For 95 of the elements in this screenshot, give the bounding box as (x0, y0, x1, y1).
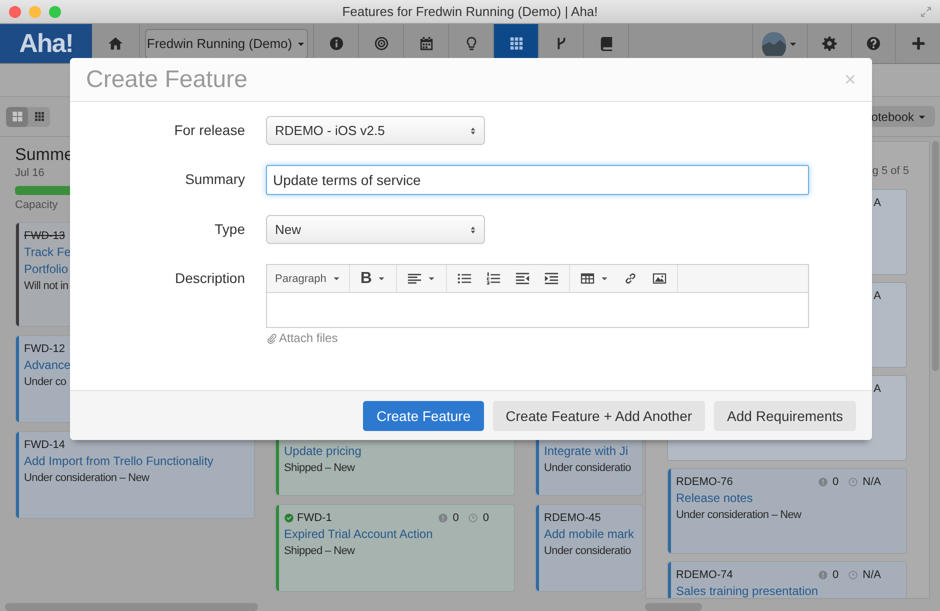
scrollbar[interactable] (645, 602, 702, 610)
link-icon (622, 271, 638, 286)
paperclip-icon (266, 332, 277, 344)
feature-id: RDEMO-76 (676, 476, 733, 488)
grid-icon (34, 111, 44, 122)
release-date: Jul 16 (15, 167, 46, 179)
feature-title[interactable]: Portfolio (24, 261, 68, 278)
image-icon (652, 271, 667, 286)
feature-id: RDEMO-74 (676, 569, 733, 581)
alert-icon (438, 513, 448, 523)
feature-status: Shipped – New (284, 461, 355, 476)
logo[interactable]: Aha! (0, 24, 92, 63)
estimate: A (874, 197, 881, 209)
dialog-title: Create Feature (86, 66, 248, 94)
select-field[interactable]: RDEMO - iOS v2.5 (266, 116, 485, 145)
feature-title[interactable]: Advance (24, 357, 71, 374)
feature-title[interactable]: Update pricing (284, 443, 362, 460)
up-down-icon (468, 126, 478, 136)
field-label: Description (174, 270, 245, 286)
field-label: For release (174, 122, 245, 138)
feature-status: Shipped – New (284, 544, 355, 559)
estimate: A (874, 383, 881, 395)
clock-icon (848, 477, 858, 487)
capacity-label: Capacity (15, 199, 59, 211)
info-icon (328, 36, 344, 51)
feature-id: FWD-12 (24, 343, 65, 355)
view-toggle[interactable] (6, 106, 28, 126)
estimate: N/A (862, 476, 881, 488)
panel-count: g 5 of 5 (872, 165, 909, 179)
tiles-icon (12, 111, 22, 122)
feature-title[interactable]: Add mobile mark (544, 526, 634, 543)
feature-card[interactable]: RDEMO-45 Add mobile mark Under consideratio (535, 504, 643, 592)
feature-title[interactable]: Integrate with Ji (544, 443, 628, 460)
bold-button[interactable]: B (356, 266, 390, 290)
plus-icon (910, 36, 926, 51)
feature-status: Under consideratio (544, 461, 631, 476)
feature-title[interactable]: Expired Trial Account Action (284, 526, 433, 543)
checkmark-icon (284, 513, 294, 523)
indent-icon (544, 271, 559, 286)
field-label: Type (214, 221, 245, 237)
outdent-icon (514, 271, 530, 286)
home-icon (108, 36, 123, 51)
select-field[interactable]: New (266, 215, 485, 244)
avatar-icon (762, 32, 786, 56)
scrollbar[interactable] (932, 141, 939, 371)
issue-count: 0 (452, 512, 459, 524)
table-icon (580, 271, 595, 286)
grid-icon (508, 36, 524, 51)
estimate: N/A (862, 569, 881, 581)
clock-icon (468, 513, 478, 523)
feature-title[interactable]: Release notes (676, 490, 753, 507)
up-down-icon (468, 224, 478, 234)
target-icon (374, 36, 388, 51)
window-title: Features for Fredwin Running (Demo) | Aha! (342, 4, 598, 19)
feature-card[interactable]: FWD-1 0 0 Expired Trial Account Action Shipped – New (275, 504, 515, 592)
help-icon (866, 36, 881, 51)
numbers-icon (486, 271, 501, 286)
field-label: Summary (185, 171, 245, 187)
format-dropdown[interactable]: Paragraph (273, 266, 344, 290)
attach-files-link[interactable]: Attach files (266, 331, 338, 345)
feature-status: Under consideratio (544, 544, 631, 559)
clock-icon (848, 570, 858, 580)
feature-id: FWD-1 (297, 512, 332, 524)
issue-count: 0 (832, 476, 839, 488)
action-button[interactable]: Add Requirements (714, 400, 856, 430)
alert-icon (818, 570, 828, 580)
feature-id: RDEMO-45 (544, 512, 601, 524)
estimate: 0 (482, 512, 489, 524)
feature-card[interactable]: Integrate with Ji Under consideratio (535, 437, 643, 496)
feature-card[interactable]: RDEMO-74 0 N/A Sales training presentation (667, 561, 907, 598)
alert-icon (818, 477, 828, 487)
feature-card[interactable]: FWD-14 Add Import from Trello Functionality Under consideration – New (15, 431, 255, 519)
feature-card[interactable]: RDEMO-76 0 N/A Release notes Under consideration – New (667, 468, 907, 554)
estimate: A (874, 290, 881, 302)
calendar-icon (418, 36, 434, 51)
scrollbar[interactable] (5, 602, 258, 610)
feature-title[interactable]: Add Import from Trello Functionality (24, 453, 214, 470)
text-field[interactable]: Update terms of service (266, 165, 809, 195)
settings-icon (822, 36, 837, 51)
feature-status: Under consideration – New (676, 508, 802, 523)
feature-status: Will not in (24, 279, 68, 294)
feature-card[interactable]: Update pricing Shipped – New (275, 437, 515, 496)
bullets-icon (456, 271, 472, 286)
action-button[interactable]: Create Feature + Add Another (492, 400, 706, 430)
feature-id: FWD-14 (24, 439, 65, 451)
feature-title[interactable]: Track Fe (24, 244, 71, 261)
align-icon (406, 271, 422, 286)
book-icon (598, 36, 614, 51)
create-button[interactable]: Create Feature (363, 400, 484, 430)
feature-status: Under consideration – New (24, 471, 150, 486)
feature-status: Under co (24, 375, 66, 390)
issue-count: 0 (832, 569, 839, 581)
feature-id: FWD-13 (24, 230, 65, 242)
product-dropdown[interactable]: Fredwin Running (Demo) (145, 28, 308, 58)
feature-title[interactable]: Sales training presentation (676, 583, 818, 598)
